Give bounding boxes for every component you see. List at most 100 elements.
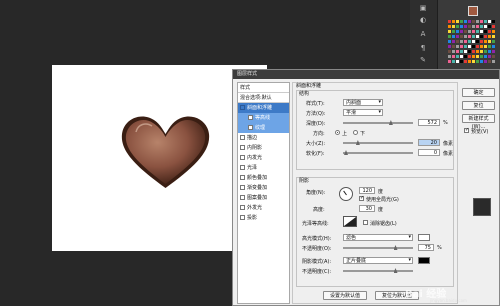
- style-item[interactable]: 颜色叠加: [238, 173, 289, 183]
- color-swatch[interactable]: [476, 60, 479, 63]
- preview-checkbox[interactable]: [464, 127, 469, 133]
- color-swatch[interactable]: [484, 35, 487, 38]
- color-swatch[interactable]: [452, 35, 455, 38]
- cancel-button[interactable]: 复位: [462, 101, 495, 110]
- color-swatch[interactable]: [468, 35, 471, 38]
- highlight-mode-select[interactable]: 滤色: [343, 234, 413, 241]
- color-swatch[interactable]: [472, 25, 475, 28]
- color-swatch[interactable]: [492, 20, 495, 23]
- color-swatch[interactable]: [480, 30, 483, 33]
- style-item[interactable]: 图案叠加: [238, 193, 289, 203]
- color-swatch[interactable]: [484, 45, 487, 48]
- color-swatch[interactable]: [464, 55, 467, 58]
- color-swatch[interactable]: [472, 45, 475, 48]
- altitude-input[interactable]: 30: [359, 205, 375, 212]
- gloss-contour-picker[interactable]: [343, 216, 357, 227]
- adjust-icon[interactable]: ◐: [416, 16, 430, 24]
- color-swatch[interactable]: [468, 50, 471, 53]
- color-swatch[interactable]: [460, 25, 463, 28]
- color-swatch[interactable]: [460, 30, 463, 33]
- color-swatch[interactable]: [492, 25, 495, 28]
- swatches-panel[interactable]: [448, 20, 498, 68]
- color-swatch[interactable]: [476, 30, 479, 33]
- color-swatch[interactable]: [472, 40, 475, 43]
- highlight-opacity-input[interactable]: 75: [418, 244, 434, 251]
- new-style-button[interactable]: 新建样式(W)...: [462, 114, 495, 130]
- brush-icon[interactable]: ✎: [416, 56, 430, 64]
- color-swatch[interactable]: [472, 30, 475, 33]
- color-swatch[interactable]: [484, 30, 487, 33]
- color-swatch[interactable]: [460, 50, 463, 53]
- color-swatch[interactable]: [484, 50, 487, 53]
- color-swatch[interactable]: [460, 20, 463, 23]
- size-input[interactable]: 20: [418, 139, 440, 146]
- color-swatch[interactable]: [460, 35, 463, 38]
- color-swatch[interactable]: [484, 20, 487, 23]
- color-swatch[interactable]: [488, 20, 491, 23]
- character-icon[interactable]: A: [416, 30, 430, 38]
- direction-down-radio[interactable]: [353, 130, 358, 135]
- color-swatch[interactable]: [472, 60, 475, 63]
- color-swatch[interactable]: [480, 35, 483, 38]
- antialias-checkbox[interactable]: [363, 220, 368, 225]
- color-swatch[interactable]: [484, 60, 487, 63]
- highlight-color-swatch[interactable]: [418, 234, 430, 241]
- color-swatch[interactable]: [484, 55, 487, 58]
- shadow-color-swatch[interactable]: [418, 257, 430, 264]
- style-checkbox[interactable]: [240, 205, 245, 210]
- color-swatch[interactable]: [492, 60, 495, 63]
- color-swatch[interactable]: [476, 35, 479, 38]
- color-swatch[interactable]: [452, 60, 455, 63]
- color-swatch[interactable]: [464, 20, 467, 23]
- angle-input[interactable]: 120: [359, 187, 375, 194]
- color-swatch[interactable]: [472, 55, 475, 58]
- color-swatch[interactable]: [476, 55, 479, 58]
- color-swatch[interactable]: [464, 50, 467, 53]
- color-swatch[interactable]: [448, 35, 451, 38]
- set-default-button[interactable]: 设置为默认值: [323, 291, 367, 300]
- technique-select[interactable]: 平滑: [343, 109, 383, 116]
- color-swatch[interactable]: [452, 25, 455, 28]
- shadow-mode-select[interactable]: 正片叠底: [343, 257, 413, 264]
- color-swatch[interactable]: [448, 40, 451, 43]
- style-checkbox[interactable]: [248, 125, 253, 130]
- color-swatch[interactable]: [456, 55, 459, 58]
- color-swatch[interactable]: [460, 60, 463, 63]
- color-swatch[interactable]: [488, 45, 491, 48]
- blend-options-item[interactable]: 混合选项:默认: [238, 93, 289, 103]
- history-icon[interactable]: ▣: [416, 4, 430, 12]
- style-item[interactable]: 斜面和浮雕: [238, 103, 289, 113]
- direction-up-radio[interactable]: [335, 130, 340, 135]
- styles-header[interactable]: 样式: [238, 83, 289, 93]
- color-swatch[interactable]: [468, 55, 471, 58]
- color-swatch[interactable]: [464, 60, 467, 63]
- style-checkbox[interactable]: [248, 115, 253, 120]
- style-item[interactable]: 渐变叠加: [238, 183, 289, 193]
- style-item[interactable]: 投影: [238, 213, 289, 223]
- depth-input[interactable]: 572: [418, 119, 440, 126]
- style-checkbox[interactable]: [240, 195, 245, 200]
- color-swatch[interactable]: [480, 40, 483, 43]
- color-swatch[interactable]: [484, 25, 487, 28]
- size-slider[interactable]: [343, 140, 413, 145]
- color-swatch[interactable]: [448, 45, 451, 48]
- color-swatch[interactable]: [492, 35, 495, 38]
- color-swatch[interactable]: [456, 40, 459, 43]
- style-checkbox[interactable]: [240, 155, 245, 160]
- color-swatch[interactable]: [468, 25, 471, 28]
- color-swatch[interactable]: [464, 25, 467, 28]
- color-swatch[interactable]: [452, 55, 455, 58]
- color-swatch[interactable]: [492, 45, 495, 48]
- color-swatch[interactable]: [448, 55, 451, 58]
- style-item[interactable]: 等高线: [238, 113, 289, 123]
- color-swatch[interactable]: [456, 25, 459, 28]
- style-checkbox[interactable]: [240, 105, 245, 110]
- ok-button[interactable]: 确定: [462, 88, 495, 97]
- color-swatch[interactable]: [472, 35, 475, 38]
- color-swatch[interactable]: [476, 50, 479, 53]
- color-swatch[interactable]: [480, 20, 483, 23]
- chocolate-heart-shape[interactable]: [118, 110, 213, 190]
- color-swatch[interactable]: [488, 60, 491, 63]
- color-swatch[interactable]: [448, 20, 451, 23]
- color-swatch[interactable]: [448, 30, 451, 33]
